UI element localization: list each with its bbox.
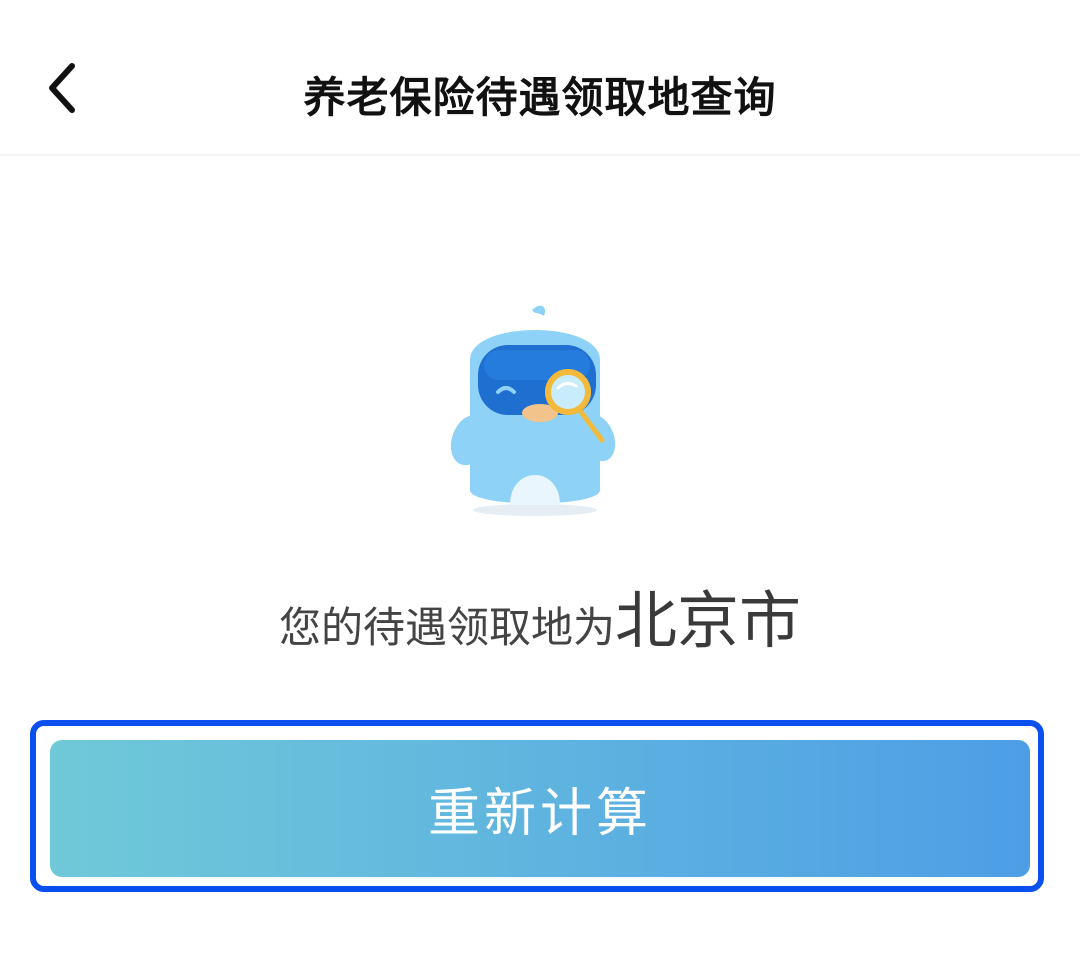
result-prefix: 您的待遇领取地为 xyxy=(278,603,615,652)
result-text: 您的待遇领取地为北京市 xyxy=(0,570,1080,660)
page: 养老保险待遇领取地查询 您的待遇领取地为北京市 重新计算 xyxy=(0,0,1080,956)
result-city: 北京市 xyxy=(615,584,802,657)
page-title: 养老保险待遇领取地查询 xyxy=(303,73,777,122)
recalculate-button-label: 重新计算 xyxy=(427,784,652,844)
header-bar: 养老保险待遇领取地查询 xyxy=(0,0,1080,156)
recalculate-button[interactable]: 重新计算 xyxy=(50,740,1030,877)
mascot-illustration xyxy=(440,300,630,520)
